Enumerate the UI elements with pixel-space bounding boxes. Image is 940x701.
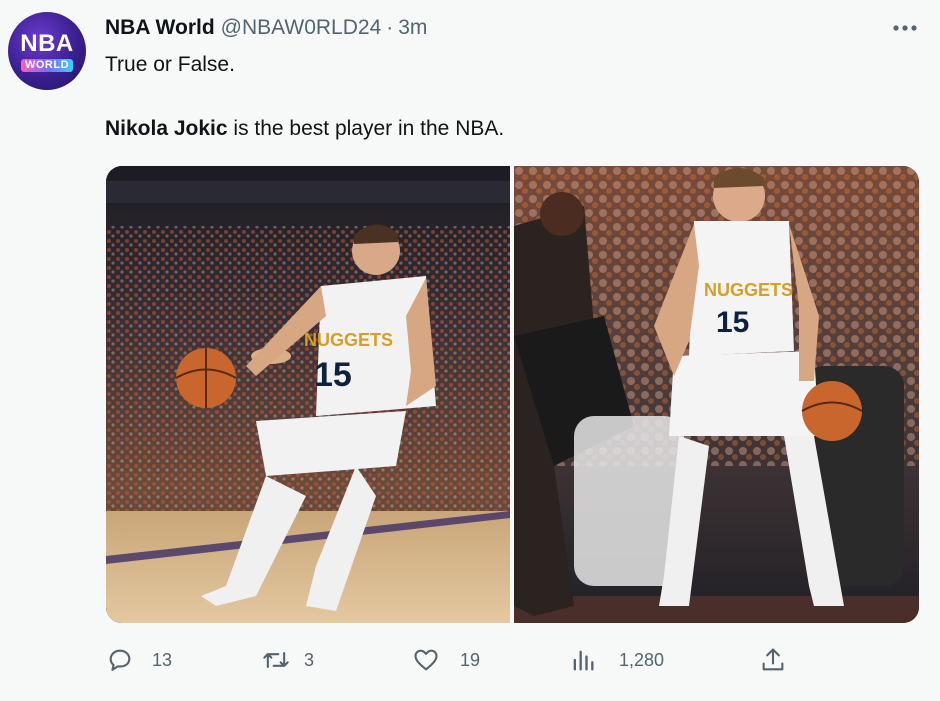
like-button[interactable]: 19 <box>412 643 480 677</box>
analytics-icon <box>573 650 594 671</box>
left-jersey-team: NUGGETS <box>304 330 393 350</box>
right-jersey-team: NUGGETS <box>704 280 793 300</box>
reply-icon <box>109 649 131 671</box>
right-jersey-number: 15 <box>716 306 749 339</box>
share-icon <box>762 648 784 671</box>
tweet-actions-bar: 13 3 19 1,280 <box>106 643 906 677</box>
photo-right[interactable]: NUGGETS 15 <box>514 166 919 623</box>
more-options-button[interactable] <box>890 16 920 40</box>
tweet-text-line-1: True or False. <box>105 53 235 76</box>
reply-count: 13 <box>152 649 173 670</box>
author-handle[interactable]: @NBAW0RLD24 <box>221 16 382 40</box>
avatar-logo-subtext: WORLD <box>20 59 74 72</box>
photo-left[interactable]: NUGGETS 15 <box>106 166 510 623</box>
tweet-media[interactable]: NUGGETS 15 NUGGETS 15 <box>106 166 919 623</box>
author-name[interactable]: NBA World <box>105 16 215 40</box>
tweet-text-line-2: Nikola Jokic is the best player in the N… <box>105 117 504 141</box>
avatar-logo-text: NBA <box>20 30 74 57</box>
views-button[interactable]: 1,280 <box>569 643 664 677</box>
retweet-icon <box>263 651 289 669</box>
like-count: 19 <box>460 649 481 670</box>
tweet-text-rest: is the best player in the NBA. <box>227 117 505 140</box>
header-separator: · <box>386 16 394 39</box>
retweet-button[interactable]: 3 <box>262 643 314 677</box>
ellipsis-icon <box>893 25 917 31</box>
tweet-header: NBA World @NBAW0RLD24 · 3m <box>105 14 427 42</box>
left-jersey-number: 15 <box>314 356 352 394</box>
share-button[interactable] <box>759 643 787 677</box>
retweet-count: 3 <box>304 649 315 670</box>
view-count: 1,280 <box>619 649 665 670</box>
player-name: Nikola Jokic <box>105 117 228 140</box>
heart-icon <box>414 649 438 671</box>
avatar[interactable]: NBA WORLD <box>8 12 86 90</box>
reply-button[interactable]: 13 <box>106 643 172 677</box>
tweet-timestamp[interactable]: 3m <box>398 16 427 40</box>
